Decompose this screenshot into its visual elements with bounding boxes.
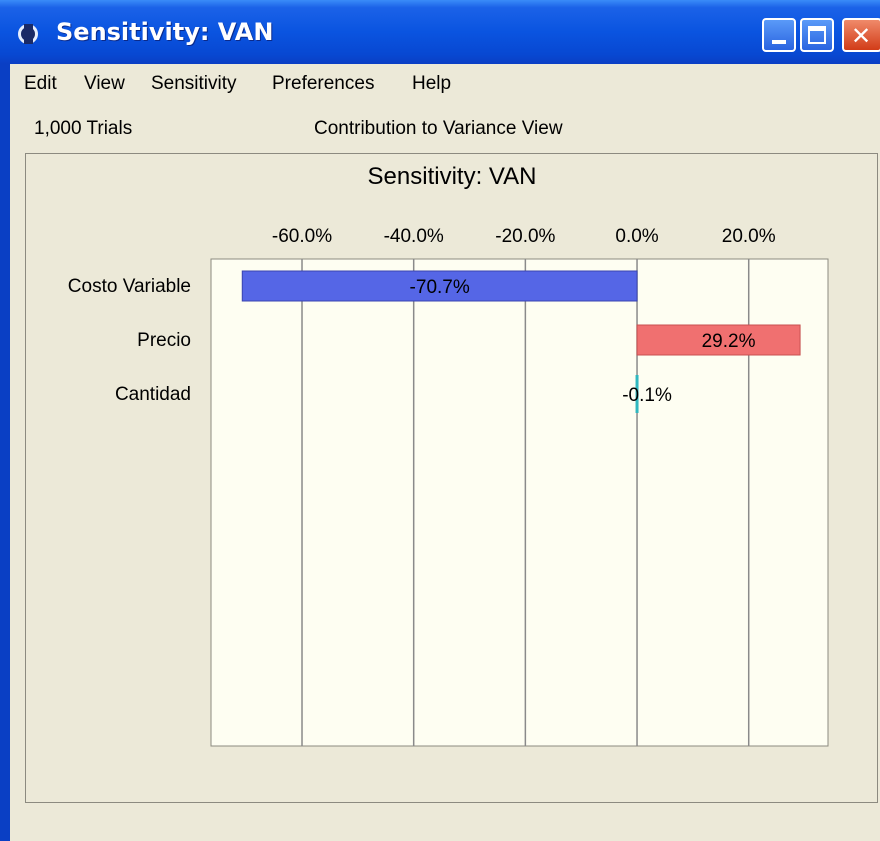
window-title: Sensitivity: VAN bbox=[56, 18, 274, 46]
sensitivity-chart: Sensitivity: VAN -60.0% -40.0% -20.0% 0.0% 20… bbox=[68, 163, 829, 747]
menu-edit[interactable]: Edit bbox=[24, 73, 57, 95]
menu-view[interactable]: View bbox=[84, 73, 125, 95]
data-label: -70.7% bbox=[410, 277, 470, 298]
sensitivity-window: Sensitivity: VAN ✕ Edit View Sensitivity… bbox=[0, 0, 880, 841]
menu-sensitivity[interactable]: Sensitivity bbox=[151, 73, 237, 95]
minimize-button[interactable] bbox=[762, 18, 796, 52]
trials-count: 1,000 Trials bbox=[34, 118, 133, 139]
x-tick-label: 20.0% bbox=[722, 226, 776, 247]
x-tick-label: -20.0% bbox=[495, 226, 555, 247]
chart-title: Sensitivity: VAN bbox=[368, 163, 537, 190]
data-label: 29.2% bbox=[702, 331, 756, 352]
x-tick-label: -40.0% bbox=[384, 226, 444, 247]
app-icon bbox=[18, 24, 38, 44]
chart-panel: Sensitivity: VAN -60.0% -40.0% -20.0% 0.0% 20… bbox=[25, 153, 878, 803]
view-name: Contribution to Variance View bbox=[314, 118, 563, 139]
title-bar[interactable]: Sensitivity: VAN ✕ bbox=[0, 0, 880, 64]
menu-help[interactable]: Help bbox=[412, 73, 451, 95]
x-tick-label: -60.0% bbox=[272, 226, 332, 247]
minimize-icon bbox=[772, 40, 786, 44]
close-button[interactable]: ✕ bbox=[842, 18, 880, 52]
category-label: Precio bbox=[137, 330, 191, 351]
maximize-button[interactable] bbox=[800, 18, 834, 52]
close-icon: ✕ bbox=[851, 22, 872, 50]
menu-bar: Edit View Sensitivity Preferences Help bbox=[10, 66, 880, 100]
category-label: Cantidad bbox=[115, 384, 191, 405]
data-label: -0.1% bbox=[622, 385, 672, 406]
category-label: Costo Variable bbox=[68, 276, 191, 297]
menu-preferences[interactable]: Preferences bbox=[272, 73, 374, 95]
maximize-icon bbox=[808, 26, 826, 44]
x-tick-label: 0.0% bbox=[615, 226, 658, 247]
